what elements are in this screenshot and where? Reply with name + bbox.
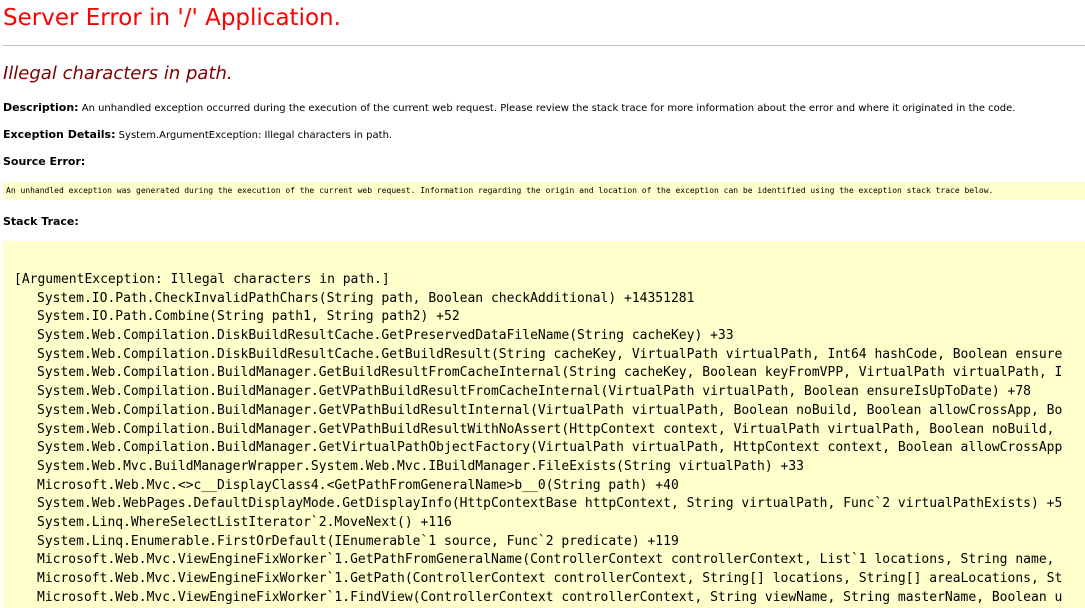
stack-trace-header: [ArgumentException: Illegal characters i… bbox=[14, 272, 390, 287]
stack-trace-frame: Microsoft.Web.Mvc.ViewEngineFixWorker`1.… bbox=[37, 552, 1063, 568]
stack-trace-line: Stack Trace: bbox=[3, 215, 79, 228]
stack-trace-frame: Microsoft.Web.Mvc.ViewEngineFixWorker`1.… bbox=[37, 589, 1063, 605]
source-error-line: Source Error: bbox=[3, 155, 85, 168]
stack-trace-frame: System.IO.Path.CheckInvalidPathChars(Str… bbox=[37, 290, 695, 306]
stack-trace-frame: System.IO.Path.Combine(String path1, Str… bbox=[37, 309, 460, 325]
exception-details-line: Exception Details: System.ArgumentExcept… bbox=[3, 128, 392, 141]
stack-trace-frame: System.Linq.WhereSelectListIterator`2.Mo… bbox=[37, 514, 452, 530]
stack-trace-frame: System.Web.WebPages.DefaultDisplayMode.G… bbox=[37, 496, 1063, 512]
stack-trace-frame: System.Web.Compilation.DiskBuildResultCa… bbox=[37, 328, 734, 344]
stack-trace-frame: System.Linq.Enumerable.FirstOrDefault(IE… bbox=[37, 533, 679, 549]
exception-details-label: Exception Details: bbox=[3, 128, 116, 141]
stack-trace-frame: System.Web.Compilation.BuildManager.GetV… bbox=[37, 402, 1063, 418]
stack-trace-frame: System.Web.Mvc.BuildManagerWrapper.Syste… bbox=[37, 458, 805, 474]
description-line: Description: An unhandled exception occu… bbox=[3, 101, 1015, 114]
error-message: Illegal characters in path. bbox=[3, 63, 233, 84]
stack-trace-box[interactable]: [ArgumentException: Illegal characters i… bbox=[3, 241, 1085, 608]
description-text: An unhandled exception occurred during t… bbox=[81, 103, 1016, 114]
source-error-label: Source Error: bbox=[3, 155, 86, 168]
stack-trace-frame: System.Web.Compilation.BuildManager.GetB… bbox=[37, 365, 1063, 381]
stack-trace-frame: System.Web.Compilation.DiskBuildResultCa… bbox=[37, 346, 1063, 362]
source-error-box[interactable]: An unhandled exception was generated dur… bbox=[3, 182, 1085, 200]
stack-trace-frame: Microsoft.Web.Mvc.<>c__DisplayClass4.<Ge… bbox=[37, 477, 679, 493]
stack-trace-frame: Microsoft.Web.Mvc.ViewEngineFixWorker`1.… bbox=[37, 571, 1063, 586]
page-title: Server Error in '/' Application. bbox=[3, 5, 341, 31]
stack-trace-frame: System.Web.Compilation.BuildManager.GetV… bbox=[37, 440, 1063, 456]
exception-details-text: System.ArgumentException: Illegal charac… bbox=[118, 130, 393, 141]
stack-trace-list: [ArgumentException: Illegal characters i… bbox=[14, 271, 1062, 607]
error-page: Server Error in '/' Application. Illegal… bbox=[3, 0, 1085, 608]
stack-trace-frame: System.Web.Compilation.BuildManager.GetV… bbox=[37, 421, 1063, 437]
source-error-text: An unhandled exception was generated dur… bbox=[6, 186, 994, 195]
title-divider bbox=[3, 45, 1085, 46]
description-label: Description: bbox=[3, 101, 79, 114]
stack-trace-label: Stack Trace: bbox=[3, 215, 79, 228]
stack-trace-frame: System.Web.Compilation.BuildManager.GetV… bbox=[37, 384, 1031, 400]
